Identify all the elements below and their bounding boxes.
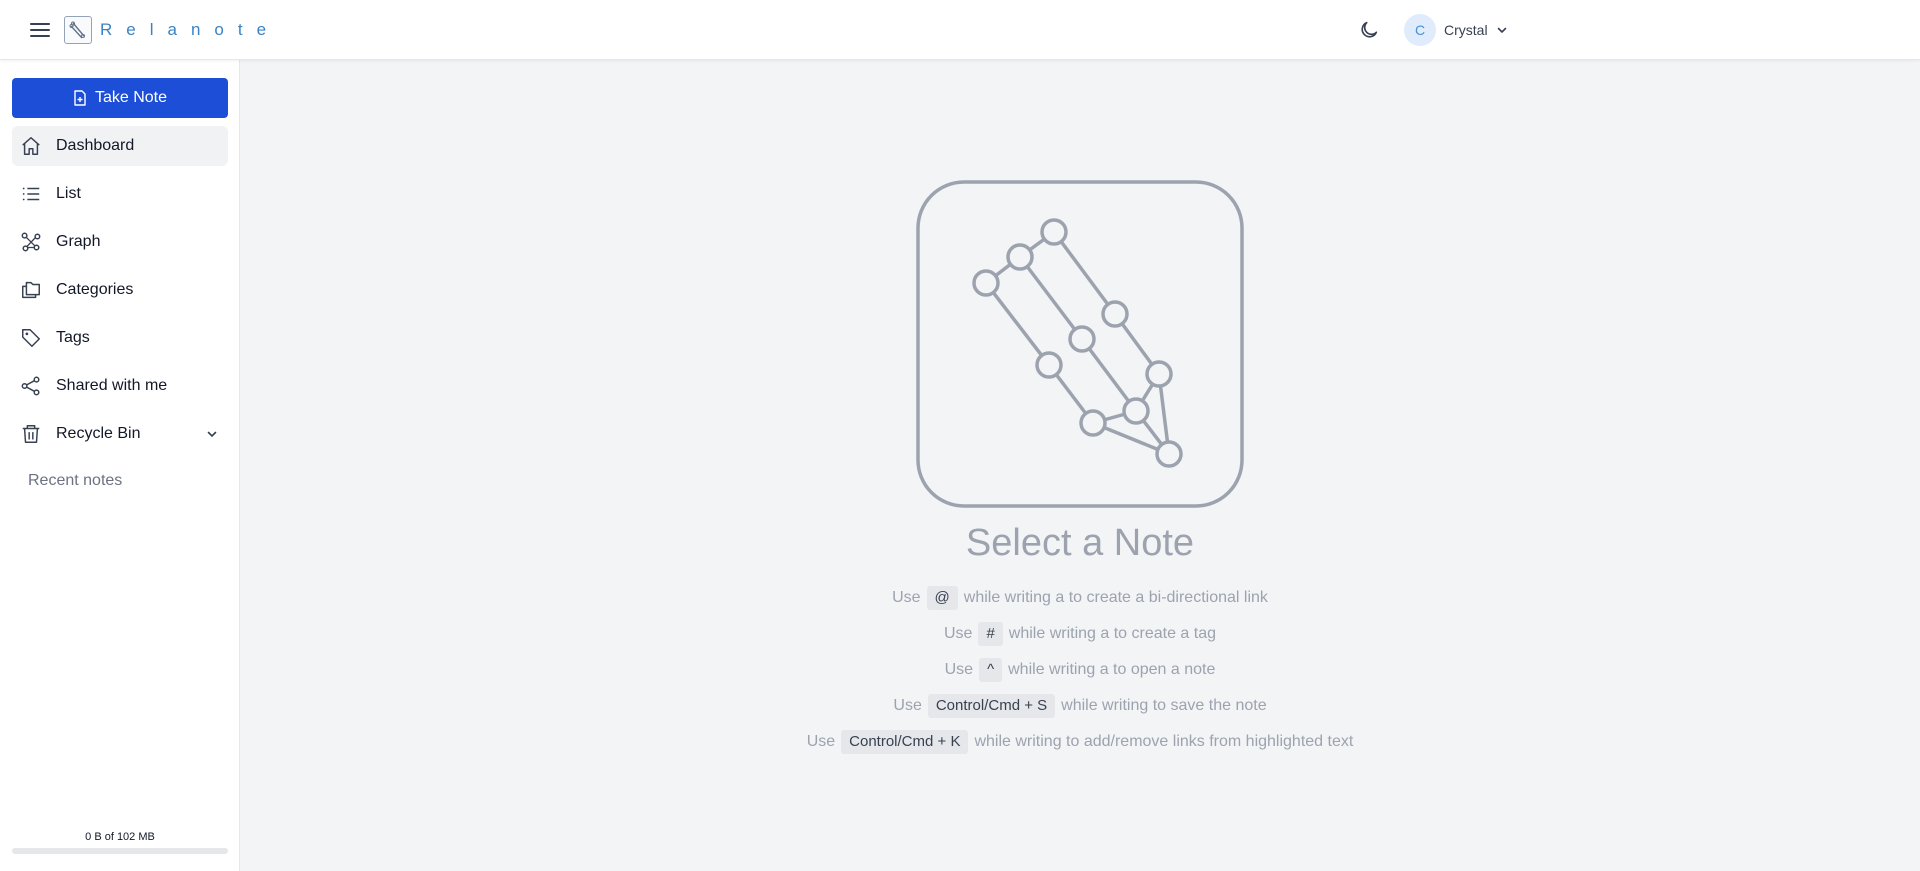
user-name: Crystal [1444, 22, 1488, 38]
recent-notes-label: Recent notes [28, 472, 123, 489]
hint-prefix: Use [893, 697, 922, 714]
sidebar-item-label: List [56, 185, 81, 202]
sidebar-item-label: Graph [56, 233, 101, 250]
hint-prefix: Use [944, 661, 974, 678]
hint-text: while writing to add/remove links from h… [974, 733, 1354, 750]
storage-progress-bar [12, 848, 228, 854]
sidebar-item-label: Shared with me [56, 377, 168, 394]
hint-create-tag: Use # while writing a to create a tag [240, 616, 1920, 652]
brand-logo-icon [64, 16, 92, 44]
hamburger-menu-icon[interactable] [28, 18, 52, 42]
sidebar-item-label: Recycle Bin [56, 425, 141, 442]
note-graph-illustration [916, 180, 1244, 508]
take-note-label: Take Note [94, 89, 168, 106]
brand-name: Relanote [100, 20, 281, 39]
home-icon [20, 135, 42, 157]
hint-text: while writing to save the note [1061, 697, 1267, 714]
brand[interactable]: Relanote [64, 15, 280, 45]
hint-open-note: Use ^ while writing a to open a note [240, 652, 1920, 688]
sidebar-item-list[interactable]: List [12, 174, 228, 214]
hint-key: # [978, 622, 1003, 646]
hint-prefix: Use [943, 625, 973, 642]
empty-state-title: Select a Note [965, 522, 1195, 564]
share-icon [20, 375, 42, 397]
chevron-down-icon[interactable] [206, 428, 218, 440]
tag-icon [20, 327, 42, 349]
avatar: C [1404, 14, 1436, 46]
top-bar: Relanote C Crystal [0, 0, 1920, 60]
hint-key: @ [926, 586, 958, 610]
main-content: Select a Note Use @ while writing a to c… [240, 60, 1920, 871]
hint-bidirectional-link: Use @ while writing a to create a bi-dir… [240, 580, 1920, 616]
sidebar-item-recycle-bin[interactable]: Recycle Bin [12, 414, 228, 454]
storage-usage-text: 0 B of 102 MB [85, 831, 155, 843]
sidebar-item-graph[interactable]: Graph [12, 222, 228, 262]
folders-icon [20, 279, 42, 301]
list-icon [20, 183, 42, 205]
file-plus-icon [74, 90, 86, 106]
graph-icon [20, 231, 42, 253]
sidebar-nav: Dashboard List Graph Categories Tags Sha… [12, 126, 228, 462]
hint-key: Control/Cmd + K [841, 730, 969, 754]
sidebar-item-label: Categories [56, 281, 134, 298]
sidebar-item-shared-with-me[interactable]: Shared with me [12, 366, 228, 406]
take-note-button[interactable]: Take Note [12, 78, 228, 118]
sidebar-item-tags[interactable]: Tags [12, 318, 228, 358]
hint-save-note: Use Control/Cmd + S while writing to sav… [240, 688, 1920, 724]
hint-text: while writing a to create a tag [1008, 625, 1216, 642]
sidebar-item-dashboard[interactable]: Dashboard [12, 126, 228, 166]
hint-text: while writing a to open a note [1008, 661, 1216, 678]
hint-key: Control/Cmd + S [927, 694, 1056, 718]
sidebar: Take Note Dashboard List Graph Categorie… [0, 60, 240, 871]
sidebar-item-label: Dashboard [56, 137, 135, 154]
hint-text: while writing a to create a bi-direction… [963, 589, 1268, 606]
hint-prefix: Use [892, 589, 921, 606]
sidebar-item-categories[interactable]: Categories [12, 270, 228, 310]
sidebar-item-label: Tags [56, 329, 90, 346]
chevron-down-icon [1497, 27, 1506, 34]
hint-key: ^ [979, 658, 1003, 682]
shortcut-hints: Use @ while writing a to create a bi-dir… [240, 580, 1920, 760]
trash-icon [20, 423, 42, 445]
user-menu[interactable]: C Crystal [1404, 14, 1508, 46]
hint-toggle-links: Use Control/Cmd + K while writing to add… [240, 724, 1920, 760]
moon-icon[interactable] [1358, 19, 1380, 41]
hint-prefix: Use [806, 733, 836, 750]
